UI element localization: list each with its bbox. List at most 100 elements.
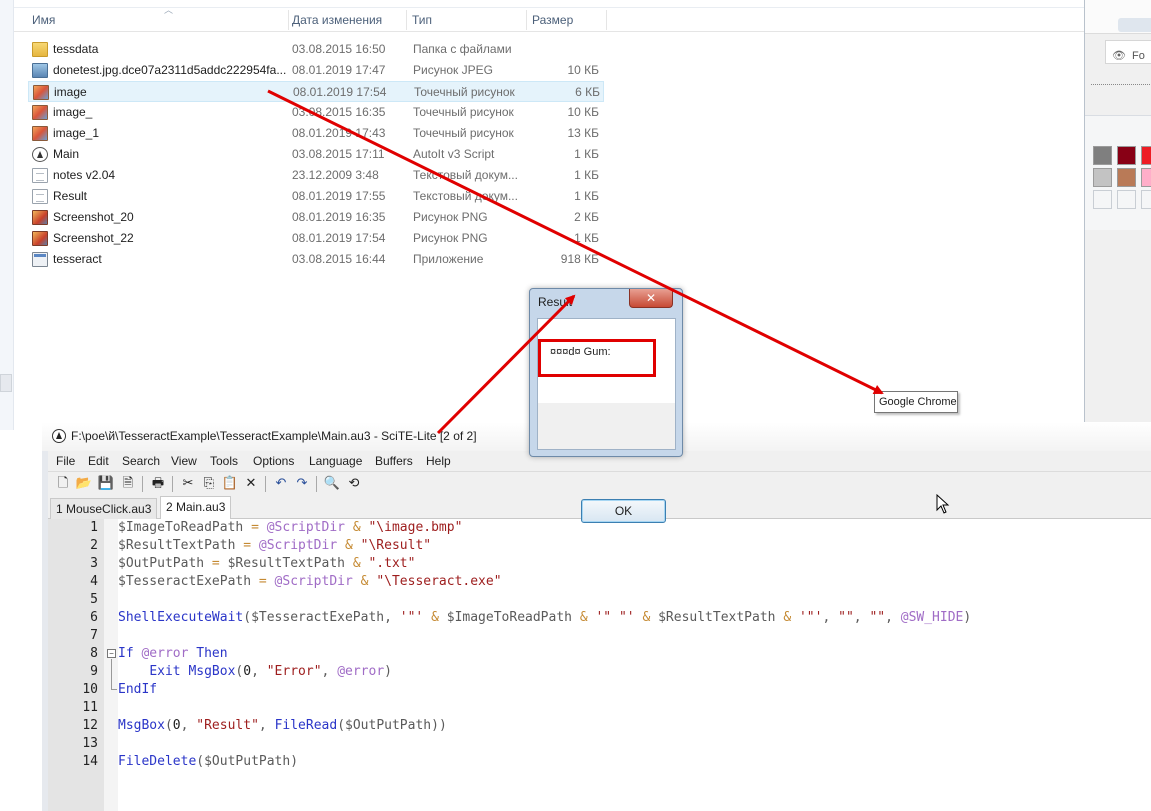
file-row[interactable]: image_ 03.08.2015 16:35 Точечный рисунок… [28,102,604,123]
file-size: 13 КБ [567,126,599,140]
bitmap-file-icon [32,105,48,120]
redo-icon[interactable]: ↷ [293,475,311,493]
autoit-app-icon[interactable] [52,429,66,443]
new-file-icon[interactable]: 🗋 [54,475,72,493]
background-app-tab[interactable]: 👁 Fo [1105,40,1151,64]
navigation-pane [0,0,14,430]
menu-tools[interactable]: Tools [210,451,238,471]
color-swatch[interactable] [1093,168,1112,187]
code-line[interactable]: If @error Then [118,645,228,663]
mouse-pointer-icon [936,494,950,514]
file-date: 03.08.2015 16:50 [292,42,386,56]
jpeg-file-icon [32,63,48,78]
color-swatch[interactable] [1141,168,1151,187]
color-swatch[interactable] [1141,146,1151,165]
code-editor[interactable]: 1 2 3 4 5 6 7 8 9 10 11 12 13 14 − $Imag… [48,519,1151,811]
file-row[interactable]: donetest.jpg.dce07a2311d5addc222954fa...… [28,60,604,81]
menu-buffers[interactable]: Buffers [375,451,413,471]
line-number: 11 [82,700,98,715]
text-file-icon [32,189,48,204]
file-name: image_ [53,105,93,119]
color-swatch[interactable] [1117,146,1136,165]
save-icon[interactable]: 💾 [97,475,115,493]
file-type: Точечный рисунок [414,85,515,99]
background-app-button[interactable] [1118,18,1151,32]
save-as-icon[interactable]: 🗎 [119,475,137,493]
color-swatch[interactable] [1117,168,1136,187]
file-date: 08.01.2019 16:35 [292,210,386,224]
delete-icon[interactable]: ✕ [242,475,260,493]
file-size: 10 КБ [567,105,599,119]
file-size: 1 КБ [574,147,599,161]
taskbar-tooltip: Google Chrome [874,391,958,413]
replace-icon[interactable]: ⟲ [345,475,363,493]
file-row[interactable]: Result 08.01.2019 17:55 Текстовый докум.… [28,186,604,207]
menu-file[interactable]: File [56,451,75,471]
menu-language[interactable]: Language [309,451,362,471]
close-button[interactable]: ✕ [629,289,673,308]
line-number: 12 [82,718,98,733]
paste-icon[interactable]: 📋 [221,475,239,493]
column-divider[interactable] [606,10,607,30]
find-icon[interactable]: 🔍 [323,475,341,493]
color-swatch[interactable] [1141,190,1151,209]
code-area[interactable]: $ImageToReadPath = @ScriptDir & "\image.… [118,519,1151,811]
fold-collapse-icon[interactable]: − [107,649,116,658]
copy-icon[interactable]: ⎘ [200,475,218,493]
view-icon: 👁 [1112,50,1126,62]
code-line[interactable]: FileDelete($OutPutPath) [118,753,298,771]
tab-main[interactable]: 2 Main.au3 [160,496,232,520]
cut-icon[interactable]: ✂ [179,475,197,493]
menu-help[interactable]: Help [426,451,451,471]
file-row[interactable]: Main 03.08.2015 17:11 AutoIt v3 Script 1… [28,144,604,165]
undo-icon[interactable]: ↶ [272,475,290,493]
file-row[interactable]: image_1 08.01.2019 17:43 Точечный рисуно… [28,123,604,144]
column-header-name[interactable]: Имя [26,8,55,32]
file-row[interactable]: tesseract 03.08.2015 16:44 Приложение 91… [28,249,604,270]
menu-view[interactable]: View [171,451,197,471]
menu-search[interactable]: Search [122,451,160,471]
file-type: Текстовый докум... [413,189,518,203]
file-name: Screenshot_22 [53,231,134,245]
code-line[interactable]: EndIf [118,681,157,699]
file-size: 1 КБ [574,189,599,203]
file-name: image_1 [53,126,100,140]
file-row[interactable]: notes v2.04 23.12.2009 3:48 Текстовый до… [28,165,604,186]
code-line[interactable]: MsgBox(0, "Result", FileRead($OutPutPath… [118,717,447,735]
file-date: 08.01.2019 17:55 [292,189,386,203]
file-row-selected[interactable]: image 08.01.2019 17:54 Точечный рисунок … [28,81,604,102]
file-name: Result [53,189,88,203]
color-swatch[interactable] [1093,146,1112,165]
application-icon [32,252,48,267]
color-swatch[interactable] [1117,190,1136,209]
line-number: 9 [90,664,98,679]
file-type: Точечный рисунок [413,105,514,119]
tab-mouseclick[interactable]: 1 MouseClick.au3 [50,498,158,519]
file-name: Screenshot_20 [53,210,134,224]
open-folder-icon[interactable]: 📂 [75,475,93,493]
message-box-title: Result [538,295,573,309]
navigation-pane-scroll-thumb[interactable] [0,374,12,392]
ok-button[interactable]: OK [581,499,666,523]
result-message-box: Result ✕ ¤¤¤d¤ Gum: OK [529,288,683,523]
menu-edit[interactable]: Edit [88,451,109,471]
column-header-size[interactable]: Размер [526,8,573,32]
print-icon[interactable]: 🖶 [149,475,167,493]
message-box-footer: OK [538,403,675,523]
file-row[interactable]: Screenshot_22 08.01.2019 17:54 Рисунок P… [28,228,604,249]
file-name: notes v2.04 [53,168,116,182]
code-line[interactable]: $ImageToReadPath = @ScriptDir & "\image.… [118,519,462,537]
file-row[interactable]: Screenshot_20 08.01.2019 16:35 Рисунок P… [28,207,604,228]
file-size: 1 КБ [574,168,599,182]
code-line[interactable]: $ResultTextPath = @ScriptDir & "\Result" [118,537,431,555]
color-swatch[interactable] [1093,190,1112,209]
column-header-type[interactable]: Тип [406,8,432,32]
file-date: 03.08.2015 17:11 [292,147,385,161]
code-line[interactable]: ShellExecuteWait($TesseractExePath, '"' … [118,609,971,627]
code-line[interactable]: $OutPutPath = $ResultTextPath & ".txt" [118,555,415,573]
column-header-date[interactable]: Дата изменения [286,8,382,32]
code-line[interactable]: Exit MsgBox(0, "Error", @error) [118,663,392,681]
file-row[interactable]: tessdata 03.08.2015 16:50 Папка с файлам… [28,39,604,60]
menu-options[interactable]: Options [253,451,294,471]
code-line[interactable]: $TesseractExePath = @ScriptDir & "\Tesse… [118,573,502,591]
